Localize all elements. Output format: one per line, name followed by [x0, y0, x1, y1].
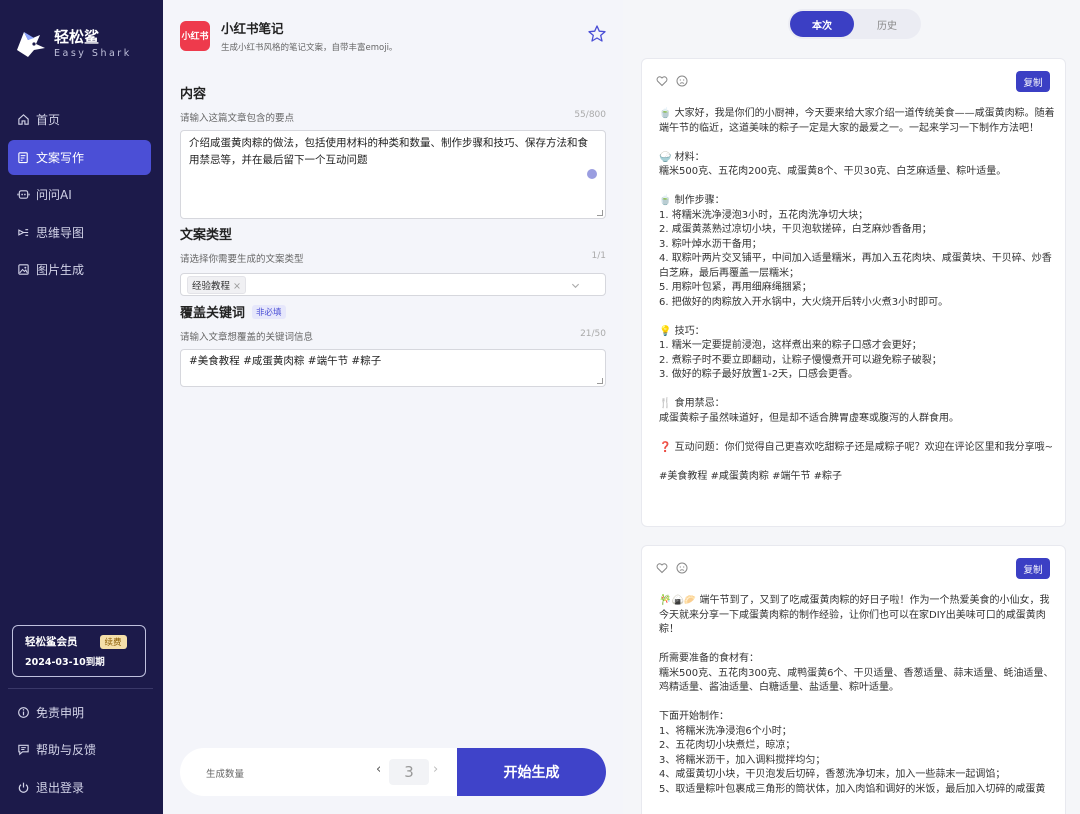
content-textarea[interactable]: 介绍咸蛋黄肉粽的做法，包括使用材料的种类和数量、制作步骤和技巧、保存方法和食用禁… — [180, 130, 606, 219]
content-text: 介绍咸蛋黄肉粽的做法，包括使用材料的种类和数量、制作步骤和技巧、保存方法和食用禁… — [189, 137, 588, 166]
copy-button[interactable]: 复制 — [1016, 558, 1050, 579]
feedback-icon — [18, 744, 29, 756]
results-panel: 本次 历史 复制 🍵 大家好，我是你们的小厨神，今天要来给大家介绍一道传统美食—… — [623, 0, 1080, 814]
bottom-nav: 免责申明 帮助与反馈 退出登录 — [8, 694, 151, 807]
sidebar-divider — [8, 688, 153, 689]
content-section: 内容 请输入这篇文章包含的要点 55/800 介绍咸蛋黄肉粽的做法，包括使用材料… — [180, 83, 606, 219]
tag-remove-icon[interactable]: × — [233, 281, 241, 292]
app-window: 轻松鲨 Easy Shark 首页 文案写作 问问AI 思维导图 图片生成 轻松… — [0, 0, 1080, 814]
content-char-count: 55/800 — [574, 110, 606, 120]
nav-item-copywriting[interactable]: 文案写作 — [8, 139, 151, 175]
home-icon — [18, 114, 29, 125]
brand-subtitle: Easy Shark — [54, 47, 132, 59]
tool-subtitle: 生成小红书风格的笔记文案，自带丰富emoji。 — [221, 43, 398, 53]
mindmap-icon — [18, 228, 29, 236]
main-nav: 首页 文案写作 问问AI 思维导图 图片生成 — [8, 102, 151, 290]
heart-icon[interactable] — [656, 75, 668, 87]
start-generate-button[interactable]: 开始生成 — [457, 748, 606, 796]
nav-item-mindmap[interactable]: 思维导图 — [8, 215, 151, 250]
result-card: 复制 🎋🍙🥟 端午节到了，又到了吃咸蛋黄肉粽的好日子啦！作为一个热爱美食的小仙女… — [641, 545, 1066, 814]
selected-type-label: 经验教程 — [192, 280, 231, 292]
nav-label-ask-ai: 问问AI — [36, 188, 72, 202]
nav-item-disclaimer[interactable]: 免责申明 — [8, 694, 151, 730]
nav-label-logout: 退出登录 — [36, 780, 85, 795]
nav-item-help-feedback[interactable]: 帮助与反馈 — [8, 732, 151, 768]
tab-history[interactable]: 历史 — [855, 11, 919, 37]
result-tabs: 本次 历史 — [788, 9, 921, 39]
nav-item-image-gen[interactable]: 图片生成 — [8, 252, 151, 287]
form-panel: 小红书 小红书笔记 生成小红书风格的笔记文案，自带丰富emoji。 内容 请输入… — [163, 0, 623, 814]
brand[interactable]: 轻松鲨 Easy Shark — [14, 26, 132, 60]
sidebar: 轻松鲨 Easy Shark 首页 文案写作 问问AI 思维导图 图片生成 轻松… — [0, 0, 163, 814]
result-text: 🎋🍙🥟 端午节到了，又到了吃咸蛋黄肉粽的好日子啦！作为一个热爱美食的小仙女，我今… — [659, 595, 1054, 795]
check-icon — [587, 169, 597, 179]
decrement-arrow-icon[interactable]: ‹ — [376, 762, 381, 777]
nav-label-mindmap: 思维导图 — [36, 225, 85, 240]
resize-handle[interactable] — [597, 210, 603, 216]
copy-button[interactable]: 复制 — [1016, 71, 1050, 92]
member-title: 轻松鲨会员 — [25, 636, 78, 648]
tool-title: 小红书笔记 — [221, 21, 284, 36]
type-section: 文案类型 请选择你需要生成的文案类型 1/1 经验教程 × — [180, 224, 606, 296]
shark-logo-icon — [17, 32, 45, 57]
tool-header: 小红书 小红书笔记 生成小红书风格的笔记文案，自带丰富emoji。 — [180, 18, 397, 53]
heart-icon[interactable] — [656, 562, 668, 574]
keywords-text: #美食教程 #咸蛋黄肉粽 #端午节 #粽子 — [189, 355, 382, 367]
frown-face-icon[interactable] — [676, 75, 688, 87]
ai-chat-icon — [17, 190, 30, 199]
chevron-down-icon[interactable] — [571, 281, 580, 290]
keywords-char-count: 21/50 — [580, 329, 606, 339]
optional-badge: 非必填 — [252, 304, 286, 319]
type-select[interactable]: 经验教程 × — [180, 273, 606, 296]
nav-item-home[interactable]: 首页 — [8, 102, 151, 137]
nav-label-copywriting: 文案写作 — [36, 150, 85, 165]
document-edit-icon — [18, 151, 28, 163]
keywords-hint: 请输入文章想覆盖的关键词信息 — [180, 332, 314, 343]
keywords-textarea[interactable]: #美食教程 #咸蛋黄肉粽 #端午节 #粽子 — [180, 349, 606, 387]
generate-count-label: 生成数量 — [206, 769, 245, 780]
tab-current[interactable]: 本次 — [790, 11, 854, 37]
increment-arrow-icon[interactable]: › — [433, 762, 438, 777]
resize-handle[interactable] — [597, 378, 603, 384]
member-expiry: 2024-03-10到期 — [25, 657, 105, 668]
member-card: 轻松鲨会员 续费 2024-03-10到期 — [12, 625, 146, 677]
nav-label-help-feedback: 帮助与反馈 — [36, 743, 97, 757]
renew-button[interactable]: 续费 — [99, 634, 127, 649]
content-hint: 请输入这篇文章包含的要点 — [180, 113, 295, 124]
nav-label-home: 首页 — [36, 113, 61, 127]
type-hint: 请选择你需要生成的文案类型 — [180, 254, 304, 265]
info-icon — [18, 706, 29, 718]
nav-label-disclaimer: 免责申明 — [36, 705, 85, 720]
nav-item-logout[interactable]: 退出登录 — [8, 769, 151, 805]
brand-name: 轻松鲨 — [54, 27, 100, 46]
xiaohongshu-logo: 小红书 — [180, 20, 210, 51]
type-title: 文案类型 — [180, 228, 233, 243]
type-count: 1/1 — [591, 251, 606, 261]
favorite-star-icon[interactable] — [587, 24, 607, 44]
power-icon — [18, 782, 29, 793]
image-icon — [18, 264, 29, 275]
frown-face-icon[interactable] — [676, 562, 688, 574]
nav-label-image-gen: 图片生成 — [36, 263, 85, 277]
generate-count-stepper[interactable]: 3 — [389, 759, 429, 785]
generate-bar: 生成数量 ‹ 3 › 开始生成 — [180, 748, 606, 796]
keywords-section: 覆盖关键词 非必填 请输入文章想覆盖的关键词信息 21/50 #美食教程 #咸蛋… — [180, 302, 606, 387]
result-card: 复制 🍵 大家好，我是你们的小厨神，今天要来给大家介绍一道传统美食——咸蛋黄肉粽… — [641, 58, 1066, 527]
nav-item-ask-ai[interactable]: 问问AI — [8, 177, 151, 212]
keywords-title: 覆盖关键词 — [180, 306, 246, 321]
content-title: 内容 — [180, 87, 207, 102]
result-text: 🍵 大家好，我是你们的小厨神，今天要来给大家介绍一道传统美食——咸蛋黄肉粽。随着… — [659, 108, 1055, 482]
selected-type-tag[interactable]: 经验教程 × — [187, 275, 246, 294]
